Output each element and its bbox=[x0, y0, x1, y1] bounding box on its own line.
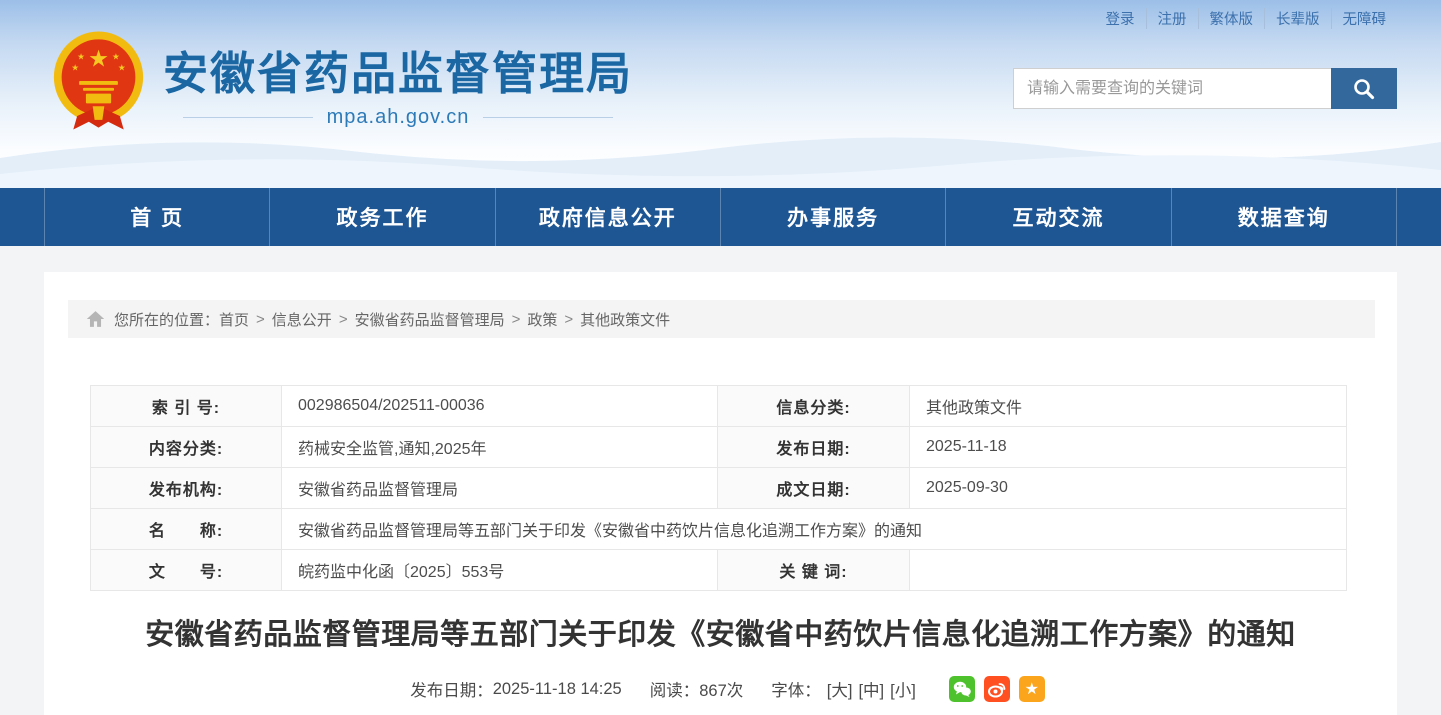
publish-org-label: 发布机构: bbox=[90, 467, 282, 509]
site-search bbox=[1013, 68, 1397, 109]
written-date-label: 成文日期: bbox=[717, 467, 910, 509]
content-panel: 您所在的位置： 首页 > 信息公开 > 安徽省药品监督管理局 > 政策 > 其他… bbox=[44, 272, 1397, 715]
table-row: 文 号: 皖药监中化函〔2025〕553号 关 键 词: bbox=[90, 549, 1347, 591]
read-count-label: 阅读： bbox=[649, 682, 700, 700]
svg-text:★: ★ bbox=[112, 52, 120, 62]
accessibility-link[interactable]: 无障碍 bbox=[1332, 8, 1398, 29]
share-buttons: ★ bbox=[940, 676, 1045, 702]
index-number-value: 002986504/202511-00036 bbox=[281, 385, 718, 427]
weibo-share-icon[interactable] bbox=[983, 676, 1010, 702]
read-count-value: 867次 bbox=[699, 682, 744, 700]
keyword-label: 关 键 词: bbox=[717, 549, 910, 591]
table-row: 发布机构: 安徽省药品监督管理局 成文日期: 2025-09-30 bbox=[90, 467, 1347, 509]
index-number-label: 索 引 号: bbox=[90, 385, 282, 427]
doc-name-label: 名 称: bbox=[90, 508, 282, 550]
search-icon bbox=[1354, 78, 1375, 99]
table-row: 索 引 号: 002986504/202511-00036 信息分类: 其他政策… bbox=[90, 385, 1347, 427]
article-title: 安徽省药品监督管理局等五部门关于印发《安徽省中药饮片信息化追溯工作方案》的通知 bbox=[145, 619, 1296, 651]
svg-text:★: ★ bbox=[118, 62, 126, 72]
publish-date-value: 2025-11-18 bbox=[909, 426, 1347, 468]
qzone-star-glyph: ★ bbox=[1024, 681, 1039, 698]
nav-item-home[interactable]: 首 页 bbox=[45, 188, 271, 246]
breadcrumb-other-policy-docs[interactable]: 其他政策文件 bbox=[580, 309, 670, 330]
site-title: 安徽省药品监督管理局 bbox=[163, 48, 634, 99]
wechat-share-icon[interactable] bbox=[948, 676, 975, 702]
font-size-small-button[interactable]: [小] bbox=[890, 677, 916, 701]
qzone-share-icon[interactable]: ★ bbox=[1018, 676, 1045, 702]
publish-org-value: 安徽省药品监督管理局 bbox=[281, 467, 718, 509]
keyword-value bbox=[909, 549, 1347, 591]
register-link[interactable]: 注册 bbox=[1147, 8, 1199, 29]
written-date-value: 2025-09-30 bbox=[909, 467, 1347, 509]
nav-item-services[interactable]: 办事服务 bbox=[721, 188, 947, 246]
font-size-label: 字体： bbox=[771, 682, 821, 700]
doc-name-value: 安徽省药品监督管理局等五部门关于印发《安徽省中药饮片信息化追溯工作方案》的通知 bbox=[281, 508, 1347, 550]
publish-datetime-value: 2025-11-18 14:25 bbox=[492, 679, 622, 698]
breadcrumb-separator: > bbox=[564, 310, 574, 328]
breadcrumb-policy[interactable]: 政策 bbox=[527, 309, 557, 330]
svg-text:★: ★ bbox=[71, 62, 79, 72]
publish-datetime: 发布日期： 2025-11-18 14:25 bbox=[410, 677, 622, 701]
info-category-value: 其他政策文件 bbox=[909, 385, 1347, 427]
content-category-label: 内容分类: bbox=[90, 426, 282, 468]
publish-date-label: 发布日期: bbox=[717, 426, 910, 468]
breadcrumb: 您所在的位置： 首页 > 信息公开 > 安徽省药品监督管理局 > 政策 > 其他… bbox=[68, 300, 1375, 338]
breadcrumb-prefix: 您所在的位置： bbox=[114, 311, 220, 329]
national-emblem-icon: ★ ★ ★ ★ ★ bbox=[53, 31, 144, 130]
publish-datetime-label: 发布日期： bbox=[410, 682, 493, 700]
login-link[interactable]: 登录 bbox=[1095, 8, 1147, 29]
doc-number-value: 皖药监中化函〔2025〕553号 bbox=[281, 549, 718, 591]
read-count: 阅读： 867次 bbox=[650, 677, 744, 701]
site-url: mpa.ah.gov.cn bbox=[163, 106, 633, 129]
traditional-chinese-link[interactable]: 繁体版 bbox=[1199, 8, 1265, 29]
main-navigation: 首 页 政务工作 政府信息公开 办事服务 互动交流 数据查询 bbox=[0, 188, 1441, 246]
info-category-label: 信息分类: bbox=[717, 385, 910, 427]
search-button[interactable] bbox=[1331, 68, 1397, 109]
site-banner: 登录 注册 繁体版 长辈版 无障碍 ★ ★ ★ ★ ★ 安徽省药品监督管理局 m… bbox=[0, 0, 1441, 188]
font-size-medium-button[interactable]: [中] bbox=[858, 677, 884, 701]
content-category-value: 药械安全监管,通知,2025年 bbox=[281, 426, 718, 468]
search-input[interactable] bbox=[1013, 68, 1331, 109]
senior-version-link[interactable]: 长辈版 bbox=[1265, 8, 1332, 29]
table-row: 内容分类: 药械安全监管,通知,2025年 发布日期: 2025-11-18 bbox=[90, 426, 1347, 468]
top-utility-links: 登录 注册 繁体版 长辈版 无障碍 bbox=[1095, 8, 1398, 29]
site-logo: ★ ★ ★ ★ ★ 安徽省药品监督管理局 mpa.ah.gov.cn bbox=[50, 30, 633, 134]
svg-text:★: ★ bbox=[88, 45, 109, 71]
nav-item-info-disclosure[interactable]: 政府信息公开 bbox=[496, 188, 721, 246]
font-size-controls: 字体： [大] [中] [小] bbox=[771, 677, 916, 701]
nav-items-row: 首 页 政务工作 政府信息公开 办事服务 互动交流 数据查询 bbox=[44, 188, 1397, 246]
nav-item-interaction[interactable]: 互动交流 bbox=[946, 188, 1172, 246]
site-identity: 安徽省药品监督管理局 mpa.ah.gov.cn bbox=[163, 30, 633, 129]
doc-number-label: 文 号: bbox=[90, 549, 282, 591]
font-size-large-button[interactable]: [大] bbox=[827, 677, 853, 701]
svg-text:★: ★ bbox=[77, 52, 85, 62]
breadcrumb-separator: > bbox=[511, 310, 521, 328]
breadcrumb-info-disclosure[interactable]: 信息公开 bbox=[272, 309, 332, 330]
breadcrumb-home[interactable]: 首页 bbox=[219, 309, 249, 330]
home-icon bbox=[86, 310, 105, 328]
article-meta-bar: 发布日期： 2025-11-18 14:25 阅读： 867次 字体： [大] … bbox=[44, 676, 1397, 702]
breadcrumb-agency[interactable]: 安徽省药品监督管理局 bbox=[355, 309, 505, 330]
document-meta-table: 索 引 号: 002986504/202511-00036 信息分类: 其他政策… bbox=[90, 385, 1347, 591]
breadcrumb-separator: > bbox=[256, 310, 265, 328]
breadcrumb-separator: > bbox=[338, 310, 348, 328]
table-row: 名 称: 安徽省药品监督管理局等五部门关于印发《安徽省中药饮片信息化追溯工作方案… bbox=[90, 508, 1347, 550]
nav-item-data-query[interactable]: 数据查询 bbox=[1172, 188, 1397, 246]
nav-item-government-work[interactable]: 政务工作 bbox=[270, 188, 496, 246]
